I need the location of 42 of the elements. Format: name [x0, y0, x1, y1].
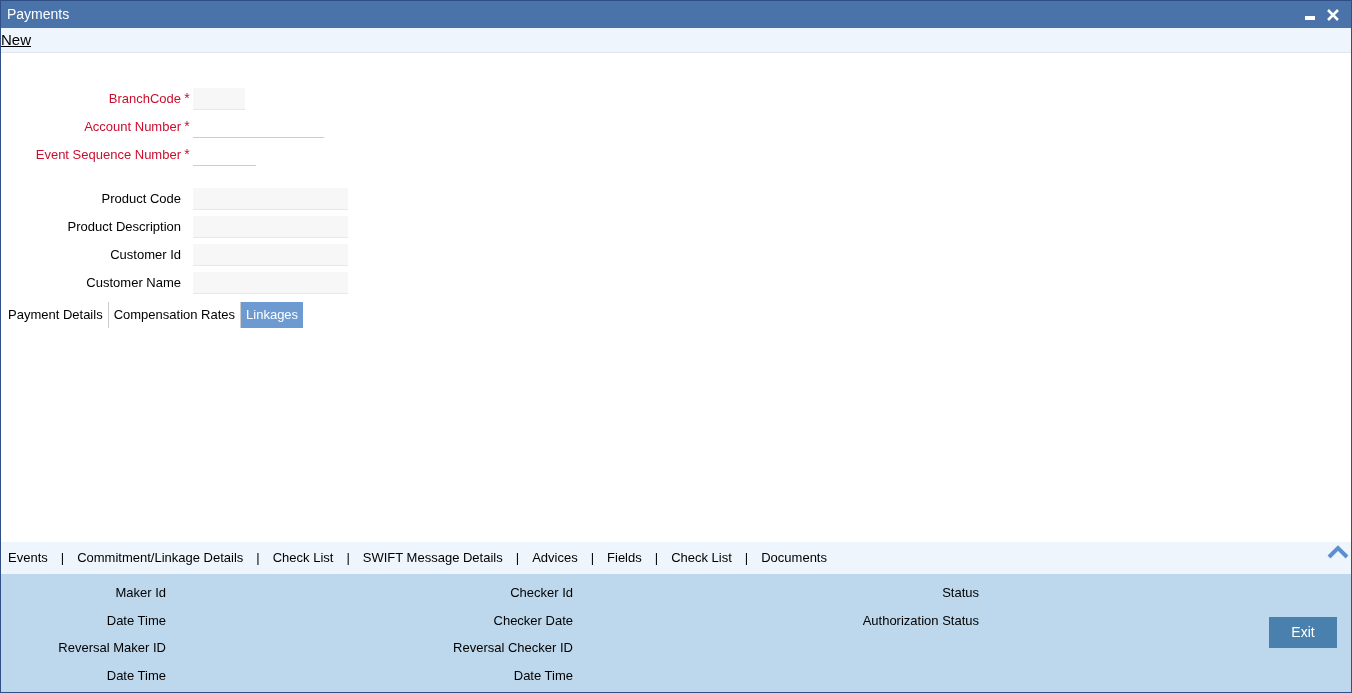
- close-icon: [1327, 8, 1339, 21]
- audit-label: Maker Id: [115, 584, 166, 602]
- audit-label: Reversal Maker ID: [58, 639, 166, 657]
- audit-label: Checker Id: [510, 584, 573, 602]
- audit-label: Date Time: [106, 666, 166, 685]
- field-label: Product Description: [66, 218, 181, 237]
- minimize-icon: [1305, 16, 1315, 20]
- new-link[interactable]: New: [1, 28, 31, 52]
- exit-button[interactable]: Exit: [1269, 617, 1337, 648]
- tab[interactable]: Payment Details: [3, 302, 109, 328]
- footer-link[interactable]: Events: [8, 548, 48, 568]
- field-label: BranchCode: [107, 90, 181, 109]
- separator: |: [255, 549, 261, 568]
- audit-label: Checker Date: [493, 611, 573, 630]
- required-mark: *: [184, 90, 190, 106]
- field-label: Customer Id: [109, 246, 181, 265]
- footer-link[interactable]: Commitment/Linkage Details: [77, 548, 244, 568]
- audit-label: Authorization Status: [862, 611, 979, 630]
- footer-link[interactable]: Advices: [532, 548, 578, 568]
- footer-link[interactable]: Check List: [671, 548, 732, 568]
- audit-label: Date Time: [513, 666, 573, 685]
- collapse-icon[interactable]: [1327, 545, 1349, 559]
- required-mark: *: [184, 118, 190, 134]
- separator: |: [514, 549, 521, 568]
- field-label: Customer Name: [85, 274, 181, 293]
- field-label: Product Code: [100, 190, 181, 209]
- footer-link[interactable]: Documents: [761, 548, 827, 568]
- window-title: Payments: [7, 5, 71, 24]
- separator: |: [345, 549, 351, 568]
- footer-link[interactable]: Check List: [272, 548, 334, 568]
- separator: |: [653, 549, 660, 568]
- field-label: Event Sequence Number: [34, 146, 181, 165]
- audit-label: Status: [942, 584, 979, 602]
- required-mark: *: [184, 146, 190, 162]
- audit-label: Reversal Checker ID: [453, 639, 573, 657]
- audit-label: Date Time: [106, 611, 166, 630]
- field-label: Account Number: [83, 118, 181, 137]
- footer-link[interactable]: SWIFT Message Details: [362, 548, 503, 568]
- separator: |: [589, 549, 596, 568]
- separator: |: [59, 549, 66, 568]
- footer-link[interactable]: Fields: [607, 548, 642, 568]
- separator: |: [743, 549, 750, 568]
